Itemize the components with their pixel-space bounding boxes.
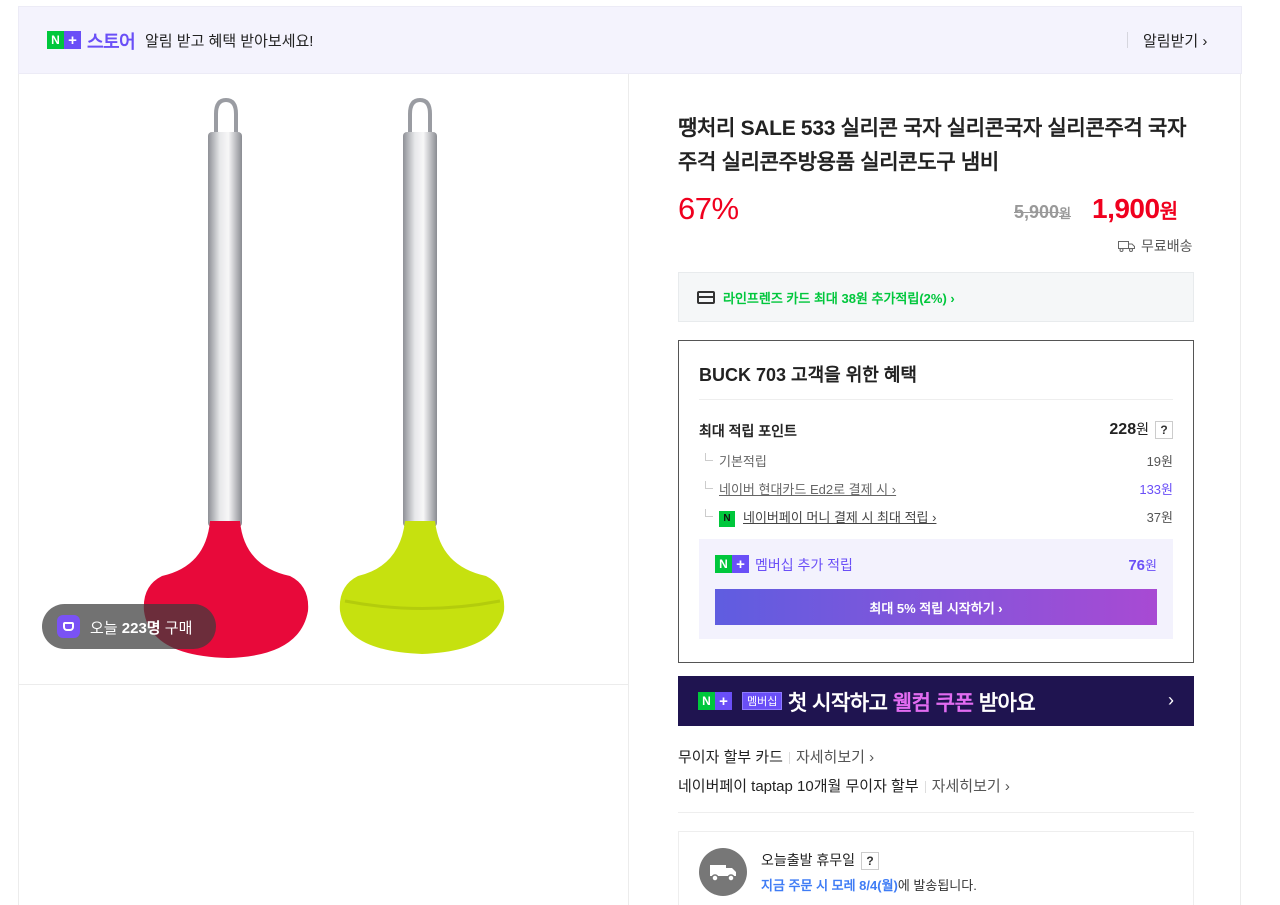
sale-price: 1,900원 [1092, 193, 1178, 224]
membership-section: N + 멤버십 추가 적립 76원 최대 5% 적립 시작하기 › [699, 539, 1173, 639]
installment-detail-link[interactable]: 자세히보기 › [796, 749, 874, 766]
product-title: 땡처리 SALE 533 실리콘 국자 실리콘국자 실리콘주걱 국자 주걱 실리… [678, 117, 1187, 174]
original-price: 5,900원 [1014, 202, 1072, 222]
naver-plus-logo: N + [47, 31, 81, 49]
card-promo-text: 라인프렌즈 카드 최대 38원 추가적립(2%) › [723, 290, 955, 306]
installment-detail-link[interactable]: 자세히보기 › [932, 778, 1010, 795]
welcome-text: 첫 시작하고 웰컴 쿠폰 받아요 [788, 692, 1036, 715]
membership-badge: 멤버십 [742, 692, 783, 710]
question-icon[interactable]: ? [861, 852, 880, 871]
product-image[interactable] [130, 96, 530, 666]
truck-icon [1118, 240, 1135, 252]
store-label: 스토어 [87, 32, 136, 52]
question-icon[interactable]: ? [1155, 421, 1173, 440]
purchase-count-badge: 오늘 223명 구매 [42, 604, 216, 649]
installment-label: 네이버페이 taptap 10개월 무이자 할부 [678, 778, 919, 795]
purchase-count-text: 오늘 223명 구매 [90, 620, 193, 637]
benefit-title: BUCK 703 고객을 위한 혜택 [699, 365, 917, 385]
installment-row: 네이버페이 taptap 10개월 무이자 할부 자세히보기 › [678, 775, 1010, 796]
tree-elbow [705, 453, 713, 461]
benefit-box: BUCK 703 고객을 위한 혜택 최대 적립 포인트 228원? 기본적립 … [678, 340, 1194, 663]
shipping-label: 무료배송 [1141, 238, 1193, 254]
subscribe-alarm-button[interactable]: 알림받기 › [1143, 30, 1207, 51]
installment-row: 무이자 할부 카드 자세히보기 › [678, 746, 874, 767]
tree-elbow [705, 509, 713, 517]
start-membership-button[interactable]: 최대 5% 적립 시작하기 › [715, 589, 1157, 625]
membership-value: 76원 [1128, 557, 1157, 574]
card-icon [697, 290, 715, 304]
banner-message: 알림 받고 혜택 받아보세요! [145, 33, 314, 50]
notification-banner: N + 스토어 알림 받고 혜택 받아보세요! 알림받기 › [18, 6, 1242, 74]
frame-border [1240, 74, 1241, 905]
discount-rate: 67% [678, 191, 739, 226]
chevron-right-icon: › [1168, 690, 1174, 710]
divider [1127, 32, 1128, 48]
naver-plus-logo: N + [715, 555, 749, 573]
max-point-value: 228원? [1109, 419, 1173, 440]
naver-plus-logo: N + [698, 692, 732, 710]
shipping-day-box: 오늘출발 휴무일? 지금 주문 시 모레 8/4(월)에 발송됩니다. [678, 831, 1194, 905]
divider [924, 781, 926, 794]
holiday-title: 오늘출발 휴무일? [761, 850, 880, 871]
npay-icon: N [719, 510, 735, 527]
shopping-bag-icon [57, 615, 80, 638]
max-point-label: 최대 적립 포인트 [699, 423, 797, 439]
ship-notice: 지금 주문 시 모레 8/4(월)에 발송됩니다. [761, 878, 977, 893]
shipping-info: 무료배송 [1118, 236, 1193, 256]
installment-label: 무이자 할부 카드 [678, 749, 783, 766]
npay-link[interactable]: 네이버페이 머니 결제 시 최대 적립 › [743, 510, 936, 525]
hyundai-card-link[interactable]: 네이버 현대카드 Ed2로 결제 시 › [719, 479, 896, 498]
card-promo-button[interactable]: 라인프렌즈 카드 최대 38원 추가적립(2%) › [678, 272, 1194, 322]
tree-elbow [705, 481, 713, 489]
gallery-divider [18, 684, 629, 685]
truck-icon [699, 848, 747, 896]
membership-label: 멤버십 추가 적립 [755, 557, 853, 573]
divider [678, 812, 1194, 813]
divider [788, 752, 790, 765]
welcome-coupon-banner[interactable]: N + 멤버십 첫 시작하고 웰컴 쿠폰 받아요 › [678, 676, 1194, 726]
divider [699, 399, 1173, 400]
